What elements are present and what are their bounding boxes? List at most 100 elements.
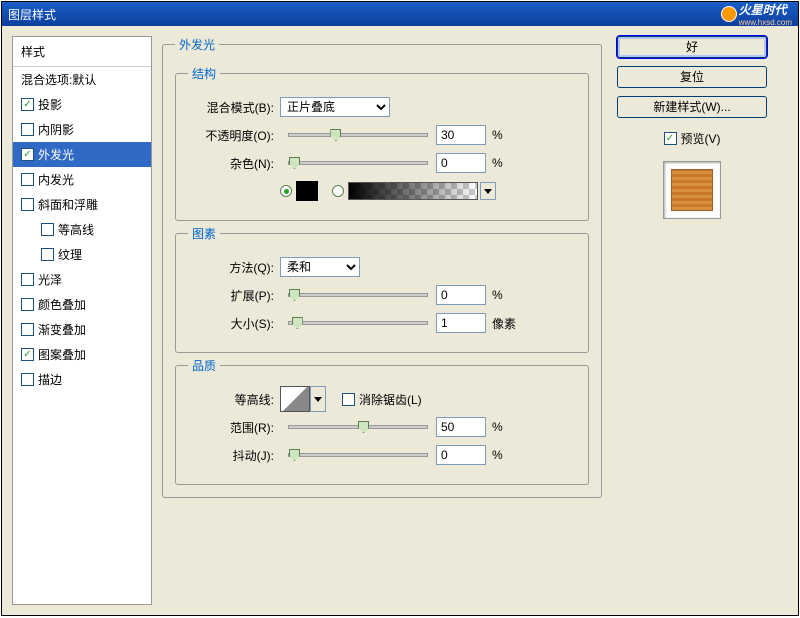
gradient-preview[interactable]	[348, 182, 478, 200]
sidebar-item-label: 颜色叠加	[38, 296, 86, 313]
opacity-label: 不透明度(O):	[188, 127, 280, 144]
checkbox[interactable]	[21, 323, 34, 336]
spread-input[interactable]	[436, 285, 486, 305]
elements-fieldset: 图素 方法(Q): 柔和 扩展(P): % 大小(S): 像素	[175, 225, 589, 353]
checkbox[interactable]	[21, 198, 34, 211]
preview-label: 预览(V)	[681, 130, 721, 147]
brand-icon	[721, 6, 737, 22]
opacity-unit: %	[492, 128, 503, 142]
sidebar-item-label: 投影	[38, 96, 62, 113]
sidebar-item-label: 内发光	[38, 171, 74, 188]
checkbox[interactable]	[21, 298, 34, 311]
contour-dropdown[interactable]	[310, 386, 326, 412]
structure-fieldset: 结构 混合模式(B): 正片叠底 不透明度(O): % 杂色(N): %	[175, 65, 589, 221]
checkbox[interactable]	[41, 223, 54, 236]
sidebar-item-4[interactable]: 斜面和浮雕	[13, 192, 151, 217]
checkbox[interactable]	[41, 248, 54, 261]
preview-checkbox[interactable]: ✓	[664, 132, 677, 145]
brand-url: www.hxsd.com	[739, 18, 792, 27]
blend-mode-select[interactable]: 正片叠底	[280, 97, 390, 117]
quality-fieldset: 品质 等高线: 消除锯齿(L) 范围(R): % 抖动(J): %	[175, 357, 589, 485]
sidebar-item-11[interactable]: 描边	[13, 367, 151, 392]
color-swatch[interactable]	[296, 181, 318, 201]
sidebar-item-3[interactable]: 内发光	[13, 167, 151, 192]
size-input[interactable]	[436, 313, 486, 333]
sidebar-item-label: 纹理	[58, 246, 82, 263]
size-slider[interactable]	[288, 321, 428, 325]
sidebar-item-label: 外发光	[38, 146, 74, 163]
range-input[interactable]	[436, 417, 486, 437]
outer-glow-fieldset: 外发光 结构 混合模式(B): 正片叠底 不透明度(O): % 杂色(N): %…	[162, 36, 602, 498]
sidebar-item-label: 斜面和浮雕	[38, 196, 98, 213]
sidebar-item-6[interactable]: 纹理	[13, 242, 151, 267]
noise-slider[interactable]	[288, 161, 428, 165]
brand-name: 火星时代	[739, 1, 792, 18]
jitter-label: 抖动(J):	[188, 447, 280, 464]
contour-picker[interactable]	[280, 386, 310, 412]
checkbox[interactable]	[21, 173, 34, 186]
range-label: 范围(R):	[188, 419, 280, 436]
new-style-button[interactable]: 新建样式(W)...	[617, 96, 767, 118]
sidebar-header[interactable]: 样式	[13, 37, 151, 67]
sidebar-item-5[interactable]: 等高线	[13, 217, 151, 242]
checkbox[interactable]	[21, 373, 34, 386]
checkbox[interactable]: ✓	[21, 148, 34, 161]
sidebar-item-0[interactable]: ✓ 投影	[13, 92, 151, 117]
brand: 火星时代 www.hxsd.com	[721, 1, 792, 27]
color-radio[interactable]	[280, 185, 292, 197]
sidebar-item-label: 内阴影	[38, 121, 74, 138]
structure-legend: 结构	[188, 65, 220, 82]
wood-swatch	[671, 169, 713, 211]
range-unit: %	[492, 420, 503, 434]
spread-label: 扩展(P):	[188, 287, 280, 304]
checkbox[interactable]	[21, 273, 34, 286]
sidebar-item-label: 光泽	[38, 271, 62, 288]
size-unit: 像素	[492, 315, 516, 332]
gradient-dropdown[interactable]	[480, 182, 496, 200]
jitter-input[interactable]	[436, 445, 486, 465]
spread-unit: %	[492, 288, 503, 302]
range-slider[interactable]	[288, 425, 428, 429]
quality-legend: 品质	[188, 357, 220, 374]
blend-mode-label: 混合模式(B):	[188, 99, 280, 116]
sidebar-item-7[interactable]: 光泽	[13, 267, 151, 292]
panel-title: 外发光	[175, 36, 219, 53]
sidebar-item-8[interactable]: 颜色叠加	[13, 292, 151, 317]
spread-slider[interactable]	[288, 293, 428, 297]
opacity-slider[interactable]	[288, 133, 428, 137]
jitter-unit: %	[492, 448, 503, 462]
sidebar-item-label: 等高线	[58, 221, 94, 238]
chevron-down-icon	[484, 189, 492, 194]
checkbox[interactable]	[21, 123, 34, 136]
right-panel: 好 复位 新建样式(W)... ✓ 预览(V)	[612, 36, 772, 605]
preview-thumbnail	[663, 161, 721, 219]
size-label: 大小(S):	[188, 315, 280, 332]
checkbox[interactable]: ✓	[21, 348, 34, 361]
sidebar-item-10[interactable]: ✓ 图案叠加	[13, 342, 151, 367]
main-panel: 外发光 结构 混合模式(B): 正片叠底 不透明度(O): % 杂色(N): %…	[162, 36, 602, 605]
window-title: 图层样式	[8, 6, 56, 23]
chevron-down-icon	[314, 397, 322, 402]
jitter-slider[interactable]	[288, 453, 428, 457]
sidebar-item-label: 图案叠加	[38, 346, 86, 363]
sidebar-item-label: 描边	[38, 371, 62, 388]
opacity-input[interactable]	[436, 125, 486, 145]
elements-legend: 图素	[188, 225, 220, 242]
noise-unit: %	[492, 156, 503, 170]
checkbox[interactable]: ✓	[21, 98, 34, 111]
sidebar-item-1[interactable]: 内阴影	[13, 117, 151, 142]
titlebar: 图层样式 火星时代 www.hxsd.com	[2, 2, 798, 26]
styles-sidebar: 样式 混合选项:默认 ✓ 投影内阴影 ✓ 外发光内发光斜面和浮雕等高线纹理光泽颜色叠加…	[12, 36, 152, 605]
method-select[interactable]: 柔和	[280, 257, 360, 277]
sidebar-item-9[interactable]: 渐变叠加	[13, 317, 151, 342]
blend-options-row[interactable]: 混合选项:默认	[13, 67, 151, 92]
ok-button[interactable]: 好	[617, 36, 767, 58]
contour-label: 等高线:	[188, 391, 280, 408]
sidebar-item-2[interactable]: ✓ 外发光	[13, 142, 151, 167]
noise-input[interactable]	[436, 153, 486, 173]
sidebar-item-label: 渐变叠加	[38, 321, 86, 338]
antialias-label: 消除锯齿(L)	[359, 391, 422, 408]
gradient-radio[interactable]	[332, 185, 344, 197]
antialias-checkbox[interactable]	[342, 393, 355, 406]
cancel-button[interactable]: 复位	[617, 66, 767, 88]
